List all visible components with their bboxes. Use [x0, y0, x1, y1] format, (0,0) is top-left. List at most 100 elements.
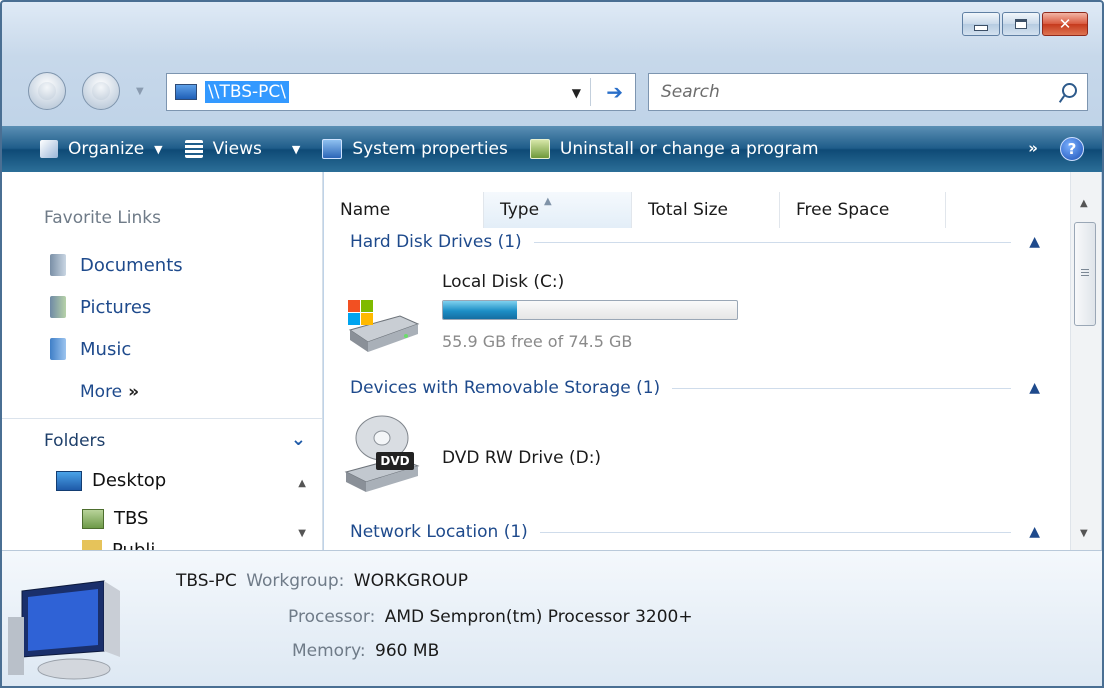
hard-disk-icon[interactable]: [342, 290, 422, 356]
collapse-icon[interactable]: ▲: [1029, 380, 1040, 396]
search-box[interactable]: Search: [648, 73, 1088, 111]
favorite-links-heading: Favorite Links: [44, 208, 162, 228]
address-input[interactable]: \\TBS-PC\: [205, 81, 289, 103]
favorite-link-music[interactable]: Music: [50, 338, 131, 360]
more-label: More: [80, 382, 123, 402]
scroll-thumb[interactable]: [1074, 222, 1096, 326]
go-arrow-icon[interactable]: ➔: [606, 80, 623, 104]
column-header-name[interactable]: Name: [324, 192, 484, 228]
group-header-removable[interactable]: Devices with Removable Storage (1) ▲: [350, 376, 1050, 400]
group-divider: [672, 387, 1012, 389]
favorite-link-documents[interactable]: Documents: [50, 254, 183, 276]
grip-icon: [1081, 269, 1089, 277]
tree-item-tbs[interactable]: TBS: [82, 508, 148, 529]
chevron-down-icon[interactable]: ⌄: [291, 429, 306, 450]
column-header-type[interactable]: ▲ Type: [484, 192, 632, 228]
drive-name[interactable]: DVD RW Drive (D:): [442, 448, 601, 468]
music-icon: [50, 338, 66, 360]
folders-heading: Folders: [44, 431, 106, 451]
computer-icon: [175, 84, 197, 100]
group-header-hard-disk[interactable]: Hard Disk Drives (1) ▲: [350, 230, 1050, 254]
explorer-window: ✕ ▼ \\TBS-PC\ ▼ ➔ Search Organize ▼ View…: [0, 0, 1104, 688]
vertical-scrollbar[interactable]: ▲ ▼: [1070, 172, 1101, 550]
chevron-down-icon: ▼: [291, 142, 301, 156]
folder-icon: [82, 540, 102, 550]
workgroup-label: Workgroup:: [246, 571, 345, 591]
group-divider: [539, 531, 1012, 533]
system-properties-icon: [322, 139, 343, 159]
organize-icon: [40, 140, 58, 158]
tree-item-desktop[interactable]: Desktop: [56, 470, 166, 491]
column-header-label: Type: [500, 200, 540, 220]
folders-header[interactable]: Folders ⌄: [2, 418, 322, 463]
processor-label: Processor:: [288, 607, 376, 627]
views-label: Views: [212, 139, 262, 159]
maximize-button[interactable]: [1002, 12, 1040, 36]
views-icon: [184, 140, 203, 158]
double-chevron-icon: »: [128, 382, 140, 402]
scroll-up-icon[interactable]: ▲: [1080, 198, 1088, 209]
computer-icon: [8, 580, 120, 680]
drive-name[interactable]: Local Disk (C:): [442, 272, 564, 292]
column-header-total-size[interactable]: Total Size: [632, 192, 780, 228]
programs-icon: [529, 139, 550, 159]
documents-icon: [50, 254, 66, 276]
system-properties-button[interactable]: System properties: [322, 139, 508, 159]
disk-usage-fill: [443, 301, 517, 319]
file-list: Name ▲ Type Total Size Free Space Hard D…: [324, 172, 1070, 550]
tree-item-public[interactable]: Publi: [82, 540, 155, 550]
processor-row: Processor: AMD Sempron(tm) Processor 320…: [288, 607, 693, 627]
organize-label: Organize: [68, 139, 145, 159]
forward-arrow-icon: [92, 82, 110, 100]
computer-name-row: TBS-PC Workgroup: WORKGROUP: [176, 571, 468, 591]
back-button[interactable]: [28, 72, 66, 110]
views-button[interactable]: Views ▼: [184, 139, 301, 159]
search-input[interactable]: Search: [661, 82, 720, 102]
drive-free-space: 55.9 GB free of 74.5 GB: [442, 332, 633, 351]
scroll-down-icon[interactable]: ▼: [1080, 528, 1088, 539]
collapse-icon[interactable]: ▲: [1029, 524, 1040, 540]
workgroup-value: WORKGROUP: [353, 571, 468, 591]
tree-item-label: Desktop: [92, 470, 167, 491]
minimize-button[interactable]: [962, 12, 1000, 36]
help-icon[interactable]: ?: [1060, 137, 1084, 161]
memory-value: 960 MB: [375, 641, 440, 661]
computer-name: TBS-PC: [176, 571, 237, 591]
collapse-icon[interactable]: ▲: [1029, 234, 1040, 250]
group-title: Hard Disk Drives (1): [350, 232, 522, 252]
favorite-link-pictures[interactable]: Pictures: [50, 296, 151, 318]
address-bar[interactable]: \\TBS-PC\ ▼ ➔: [166, 73, 636, 111]
group-title: Devices with Removable Storage (1): [350, 378, 661, 398]
sort-ascending-icon: ▲: [544, 196, 552, 207]
address-dropdown-icon[interactable]: ▼: [572, 86, 581, 100]
dvd-badge: DVD: [380, 454, 409, 468]
column-header-free-space[interactable]: Free Space: [780, 192, 946, 228]
close-icon: ✕: [1058, 14, 1072, 33]
maximize-icon: [1015, 19, 1027, 29]
minimize-icon: [974, 25, 988, 31]
pictures-icon: [50, 296, 66, 318]
more-links-button[interactable]: More»: [80, 382, 139, 402]
dvd-drive-icon[interactable]: DVD: [342, 412, 422, 494]
desktop-icon: [56, 470, 82, 491]
chevron-down-icon: ▼: [154, 142, 163, 156]
tree-item-label: Publi: [112, 540, 155, 550]
group-header-network[interactable]: Network Location (1) ▲: [350, 520, 1050, 544]
tree-scroll-down-icon[interactable]: ▼: [298, 528, 306, 539]
toolbar-overflow-button[interactable]: »: [1028, 139, 1038, 157]
close-button[interactable]: ✕: [1042, 12, 1088, 36]
organize-button[interactable]: Organize ▼: [40, 139, 163, 159]
favorite-link-label: Music: [80, 338, 132, 360]
back-arrow-icon: [38, 82, 56, 100]
navigation-pane: Favorite Links Documents Pictures Music …: [2, 172, 323, 550]
search-icon[interactable]: [1062, 83, 1077, 98]
recent-pages-dropdown[interactable]: ▼: [136, 86, 144, 97]
memory-row: Memory: 960 MB: [292, 641, 439, 661]
disk-usage-bar: [442, 300, 738, 320]
command-bar: Organize ▼ Views ▼ System properties Uni…: [2, 126, 1102, 172]
details-pane: TBS-PC Workgroup: WORKGROUP Processor: A…: [2, 550, 1102, 686]
window-controls: ✕: [962, 12, 1088, 36]
forward-button[interactable]: [82, 72, 120, 110]
tree-scroll-up-icon[interactable]: ▲: [298, 478, 306, 489]
uninstall-program-button[interactable]: Uninstall or change a program: [529, 139, 819, 159]
